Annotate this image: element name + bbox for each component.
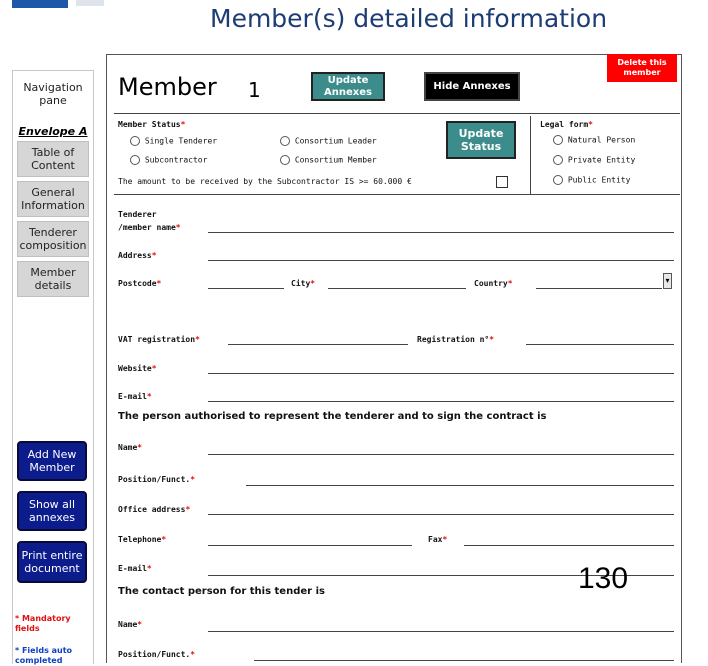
member-title: Member [118, 73, 217, 101]
rep-position-label: Position/Funct.* [118, 475, 196, 484]
legal-form-label: Legal form* [540, 120, 593, 129]
contact-name-label: Name* [118, 620, 143, 629]
address-label: Address* [118, 251, 157, 260]
rep-office-address-field[interactable] [208, 514, 674, 515]
show-all-annexes-button[interactable]: Show all annexes [17, 491, 87, 531]
page-number-overlay: 130 [578, 562, 629, 595]
country-field[interactable] [536, 288, 662, 289]
tenderer-name-label-line1: Tenderer [118, 210, 157, 219]
radio-circle-icon[interactable] [553, 155, 563, 165]
eu-flag-logo [12, 0, 68, 8]
nav-item-member-details[interactable]: Member details [17, 261, 89, 297]
country-dropdown-icon[interactable]: ▾ [663, 273, 672, 289]
rep-email-label: E-mail* [118, 564, 152, 573]
subcontractor-amount-checkbox[interactable] [496, 176, 508, 188]
divider [530, 116, 531, 194]
update-status-button[interactable]: Update Status [446, 121, 516, 159]
rep-telephone-label: Telephone* [118, 535, 167, 544]
member-number: 1 [248, 78, 261, 102]
subcontractor-amount-label: The amount to be received by the Subcont… [118, 177, 412, 186]
contact-position-field[interactable] [254, 660, 674, 661]
registration-label: Registration n°* [417, 335, 495, 344]
mandatory-fields-note: * Mandatory fields [15, 614, 71, 633]
auto-fields-note: * Fields auto completed [15, 646, 73, 665]
page-title: Member(s) detailed information [210, 4, 608, 33]
radio-circle-icon[interactable] [130, 155, 140, 165]
vat-label: VAT registration* [118, 335, 200, 344]
divider [114, 113, 680, 114]
nav-item-table-of-content[interactable]: Table of Content [17, 141, 89, 177]
radio-circle-icon[interactable] [280, 136, 290, 146]
radio-circle-icon[interactable] [130, 136, 140, 146]
rep-name-field[interactable] [208, 454, 674, 455]
registration-field[interactable] [526, 344, 674, 345]
radio-circle-icon[interactable] [280, 155, 290, 165]
vat-field[interactable] [228, 344, 408, 345]
add-new-member-button[interactable]: Add New Member [17, 441, 87, 481]
divider [114, 194, 680, 195]
print-entire-document-button[interactable]: Print entire document [17, 541, 87, 583]
contact-name-field[interactable] [208, 631, 674, 632]
radio-single-tenderer[interactable]: Single Tenderer [130, 136, 217, 146]
delete-member-button[interactable]: Delete this member [607, 54, 677, 82]
update-annexes-button[interactable]: Update Annexes [311, 72, 385, 101]
email-field[interactable] [208, 401, 674, 402]
city-field[interactable] [328, 288, 466, 289]
website-label: Website* [118, 364, 157, 373]
radio-consortium-member[interactable]: Consortium Member [280, 155, 377, 165]
city-label: City* [291, 279, 316, 288]
nav-item-tenderer-composition[interactable]: Tenderer composition [17, 221, 89, 257]
representative-heading: The person authorised to represent the t… [118, 411, 547, 422]
radio-consortium-leader[interactable]: Consortium Leader [280, 136, 377, 146]
tenderer-name-field[interactable] [208, 232, 674, 233]
tenderer-name-label: /member name* [118, 223, 181, 232]
address-field[interactable] [208, 260, 674, 261]
radio-natural-person[interactable]: Natural Person [553, 135, 635, 145]
rep-fax-label: Fax* [428, 535, 448, 544]
radio-public-entity[interactable]: Public Entity [553, 175, 630, 185]
navigation-pane: Navigation pane Envelope A Table of Cont… [12, 70, 94, 665]
contact-position-label: Position/Funct.* [118, 650, 196, 659]
hide-annexes-button[interactable]: Hide Annexes [424, 72, 520, 101]
nav-pane-title: Navigation pane [23, 81, 83, 107]
radio-subcontractor[interactable]: Subcontractor [130, 155, 207, 165]
email-label: E-mail* [118, 392, 152, 401]
country-label: Country* [474, 279, 513, 288]
rep-position-field[interactable] [246, 485, 674, 486]
rep-telephone-field[interactable] [208, 545, 412, 546]
postcode-label: Postcode* [118, 279, 162, 288]
radio-circle-icon[interactable] [553, 175, 563, 185]
member-status-label: Member Status* [118, 120, 186, 129]
secondary-logo [76, 0, 104, 6]
rep-name-label: Name* [118, 443, 143, 452]
radio-private-entity[interactable]: Private Entity [553, 155, 635, 165]
rep-office-address-label: Office address* [118, 505, 191, 514]
nav-envelope-label[interactable]: Envelope A [13, 125, 93, 138]
postcode-field[interactable] [208, 288, 284, 289]
website-field[interactable] [208, 373, 674, 374]
nav-item-general-information[interactable]: General Information [17, 181, 89, 217]
contact-heading: The contact person for this tender is [118, 586, 325, 597]
rep-fax-field[interactable] [464, 545, 674, 546]
radio-circle-icon[interactable] [553, 135, 563, 145]
